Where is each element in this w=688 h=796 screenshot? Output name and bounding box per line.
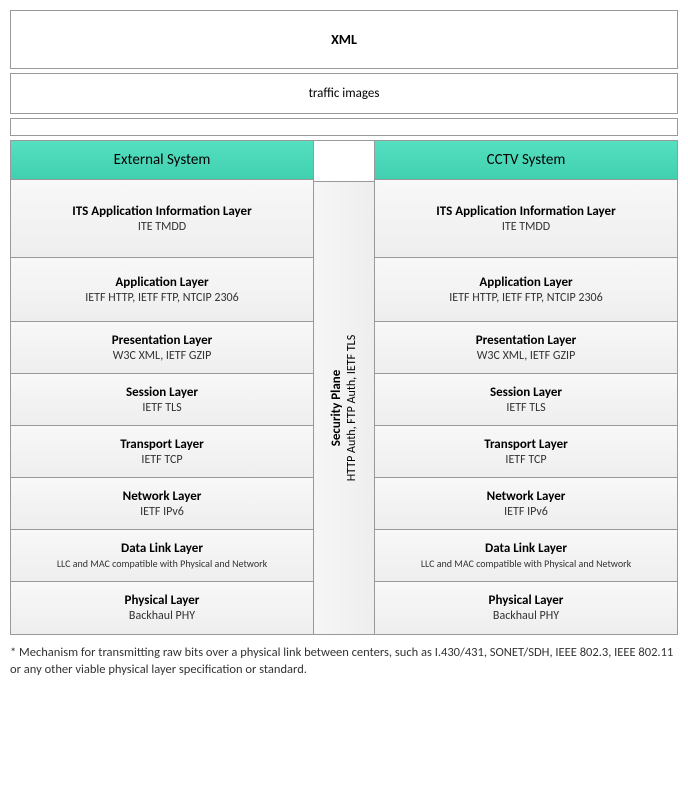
cctv-system-column: CCTV System ITS Application Information … [374,141,677,634]
spacer-row [10,118,678,136]
layer-session: Session Layer IETF TLS [11,374,314,426]
layer-sub: IETF TLS [15,401,309,415]
xml-label: XML [331,31,357,48]
layer-presentation: Presentation Layer W3C XML, IETF GZIP [11,322,314,374]
layer-sub: Backhaul PHY [15,609,309,623]
layer-title: Data Link Layer [379,541,673,556]
layer-title: Presentation Layer [15,333,309,348]
security-plane-column: Security Plane HTTP Auth, FTP Auth, IETF… [314,141,374,634]
layer-title: ITS Application Information Layer [15,204,309,219]
layer-sub: IETF TCP [379,453,673,467]
layer-title: Application Layer [379,275,673,290]
layer-sub: ITE TMDD [379,220,673,234]
layer-data-link: Data Link Layer LLC and MAC compatible w… [374,530,677,582]
external-system-header-label: External System [114,151,211,169]
layer-sub: W3C XML, IETF GZIP [15,349,309,363]
layer-sub: IETF IPv6 [379,505,673,519]
layer-session: Session Layer IETF TLS [374,374,677,426]
layer-its-app-info: ITS Application Information Layer ITE TM… [374,180,677,258]
traffic-images-row: traffic images [10,73,678,114]
footnote: * Mechanism for transmitting raw bits ov… [10,645,678,679]
layer-title: ITS Application Information Layer [379,204,673,219]
layer-sub: ITE TMDD [15,220,309,234]
footnote-text: * Mechanism for transmitting raw bits ov… [10,645,673,677]
layer-title: Application Layer [15,275,309,290]
layer-title: Data Link Layer [15,541,309,556]
layer-application: Application Layer IETF HTTP, IETF FTP, N… [374,258,677,322]
layer-network: Network Layer IETF IPv6 [11,478,314,530]
layer-sub: IETF HTTP, IETF FTP, NTCIP 2306 [15,291,309,305]
layer-sub: LLC and MAC compatible with Physical and… [15,557,309,570]
layer-transport: Transport Layer IETF TCP [374,426,677,478]
layer-title: Network Layer [15,489,309,504]
layer-sub: Backhaul PHY [379,609,673,623]
traffic-images-label: traffic images [309,86,380,101]
security-plane-title: Security Plane [329,335,345,481]
layer-title: Presentation Layer [379,333,673,348]
external-system-column: External System ITS Application Informat… [11,141,314,634]
layer-its-app-info: ITS Application Information Layer ITE TM… [11,180,314,258]
security-plane-text: Security Plane HTTP Auth, FTP Auth, IETF… [329,335,359,481]
security-plane-body: Security Plane HTTP Auth, FTP Auth, IETF… [314,182,374,634]
layer-title: Physical Layer [379,593,673,608]
external-system-header: External System [11,141,314,180]
layer-data-link: Data Link Layer LLC and MAC compatible w… [11,530,314,582]
layer-sub: LLC and MAC compatible with Physical and… [379,557,673,570]
layer-title: Physical Layer [15,593,309,608]
layer-sub: IETF TCP [15,453,309,467]
cctv-system-header: CCTV System [374,141,677,180]
layer-sub: W3C XML, IETF GZIP [379,349,673,363]
cctv-system-header-label: CCTV System [487,151,566,169]
layer-presentation: Presentation Layer W3C XML, IETF GZIP [374,322,677,374]
layer-sub: IETF IPv6 [15,505,309,519]
layer-sub: IETF TLS [379,401,673,415]
stack-grid: External System ITS Application Informat… [10,140,678,635]
layer-application: Application Layer IETF HTTP, IETF FTP, N… [11,258,314,322]
layer-title: Session Layer [15,385,309,400]
layer-title: Session Layer [379,385,673,400]
security-plane-sub: HTTP Auth, FTP Auth, IETF TLS [345,335,359,481]
xml-row: XML [10,10,678,69]
layer-sub: IETF HTTP, IETF FTP, NTCIP 2306 [379,291,673,305]
layer-title: Network Layer [379,489,673,504]
layer-title: Transport Layer [379,437,673,452]
layer-physical: Physical Layer Backhaul PHY [374,582,677,634]
layer-physical: Physical Layer Backhaul PHY [11,582,314,634]
layer-network: Network Layer IETF IPv6 [374,478,677,530]
security-plane-header-gap [314,141,374,182]
layer-transport: Transport Layer IETF TCP [11,426,314,478]
layer-title: Transport Layer [15,437,309,452]
